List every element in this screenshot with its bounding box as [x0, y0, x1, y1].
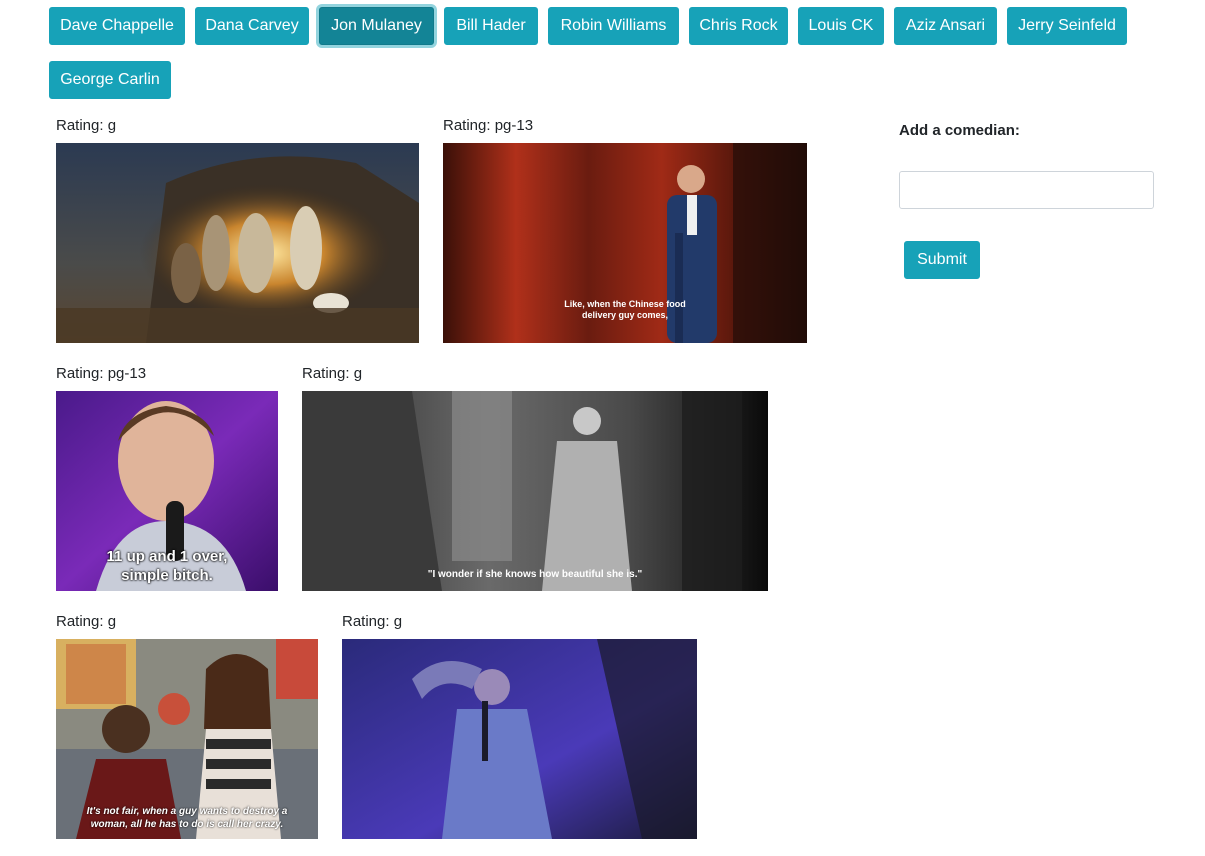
add-comedian-label: Add a comedian: [899, 122, 1020, 139]
gif-rating: Rating: pg-13 [56, 365, 147, 382]
comedian-button-jerry-seinfeld[interactable]: Jerry Seinfeld [1007, 7, 1127, 45]
gif-rating: Rating: g [342, 613, 403, 630]
gif-caption: Like, when the Chinese food delivery guy… [564, 299, 686, 320]
comedian-button-robin-williams[interactable]: Robin Williams [548, 7, 679, 45]
gif-image: Like, when the Chinese food delivery guy… [443, 143, 807, 343]
comedian-button-louis-ck[interactable]: Louis CK [798, 7, 884, 45]
gif-rating: Rating: g [302, 365, 363, 382]
comedian-button-aziz-ansari[interactable]: Aziz Ansari [894, 7, 997, 45]
gif-rating: Rating: pg-13 [443, 117, 534, 134]
gif-image: 11 up and 1 over, simple bitch. [56, 391, 278, 591]
gif-caption: "I wonder if she knows how beautiful she… [427, 569, 643, 580]
gif-caption: It's not fair, when a guy wants to destr… [86, 806, 288, 830]
comedian-button-dave-chappelle[interactable]: Dave Chappelle [49, 7, 185, 45]
gif-image [342, 639, 697, 839]
comedian-button-dana-carvey[interactable]: Dana Carvey [195, 7, 309, 45]
gif-image: It's not fair, when a guy wants to destr… [56, 639, 318, 839]
gif-image [56, 143, 419, 343]
comedian-button-bill-hader[interactable]: Bill Hader [444, 7, 538, 45]
gif-rating: Rating: g [56, 117, 117, 134]
comedian-button-chris-rock[interactable]: Chris Rock [689, 7, 788, 45]
gif-image: "I wonder if she knows how beautiful she… [302, 391, 768, 591]
gif-caption: 11 up and 1 over, simple bitch. [106, 548, 228, 584]
gif-rating: Rating: g [56, 613, 117, 630]
comedian-button-george-carlin[interactable]: George Carlin [49, 61, 171, 99]
submit-button[interactable]: Submit [904, 241, 980, 279]
comedian-button-jon-mulaney[interactable]: Jon Mulaney [319, 7, 434, 45]
comedian-name-input[interactable] [899, 171, 1154, 209]
